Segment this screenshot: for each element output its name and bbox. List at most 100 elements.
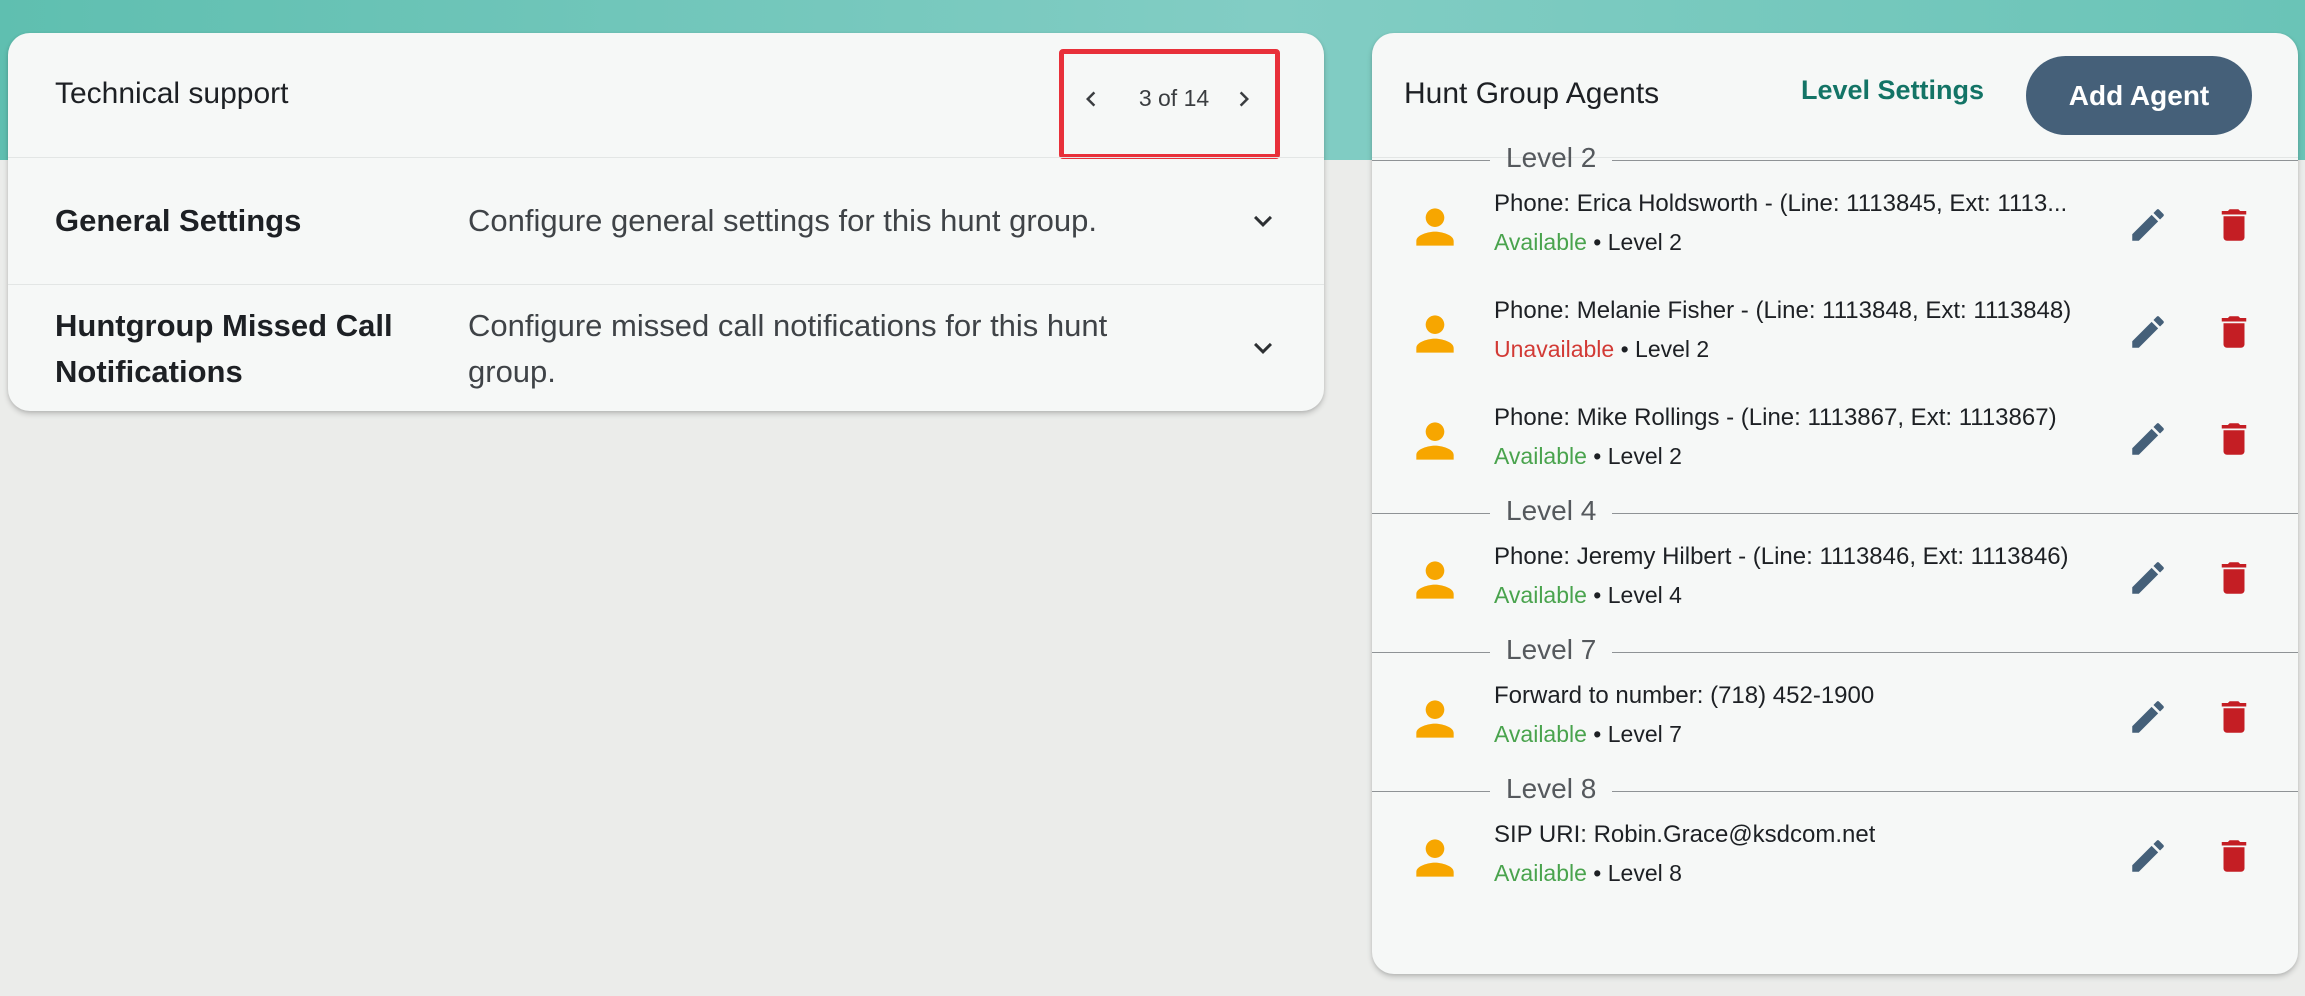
expand-button[interactable] (1243, 328, 1283, 368)
delete-agent-button[interactable] (2212, 310, 2256, 354)
pencil-icon (2132, 701, 2164, 733)
agent-level: • Level 2 (1586, 229, 1682, 255)
agent-name: Phone: Melanie Fisher - (Line: 1113848, … (1494, 297, 2072, 324)
agent-name: Phone: Jeremy Hilbert - (Line: 1113846, … (1494, 543, 2069, 570)
agent-row: Forward to number: (718) 452-1900 Availab… (1372, 669, 2298, 774)
delete-agent-button[interactable] (2212, 695, 2256, 739)
pager-next-button[interactable] (1224, 79, 1264, 119)
trash-icon (2221, 840, 2247, 872)
level-separator: Level 2 (1372, 142, 2298, 175)
level-separator: Level 4 (1372, 495, 2298, 528)
section-missed-call-notifications[interactable]: Huntgroup Missed Call Notifications Conf… (8, 285, 1324, 411)
person-icon (1416, 839, 1454, 877)
edit-agent-button[interactable] (2126, 834, 2170, 878)
avatar (1407, 413, 1463, 469)
trash-icon (2221, 423, 2247, 455)
agents-title: Hunt Group Agents (1404, 77, 1660, 110)
delete-agent-button[interactable] (2212, 834, 2256, 878)
level-label: Level 7 (1506, 634, 1597, 665)
separator-line (1612, 160, 2298, 161)
avatar (1407, 552, 1463, 608)
agent-status: Available (1494, 582, 1587, 608)
chevron-down-icon (1254, 215, 1272, 227)
edit-agent-button[interactable] (2126, 417, 2170, 461)
section-description-line: Configure missed call notifications for … (468, 308, 1108, 343)
agent-status-line: Available • Level 2 (1494, 443, 1682, 470)
separator-line (1372, 791, 1490, 792)
agent-row: Phone: Erica Holdsworth - (Line: 1113845… (1372, 177, 2298, 282)
section-description: Configure missed call notifications for … (468, 303, 1248, 395)
level-separator: Level 8 (1372, 773, 2298, 806)
agent-row: Phone: Jeremy Hilbert - (Line: 1113846, … (1372, 530, 2298, 635)
agent-status: Available (1494, 443, 1587, 469)
hunt-group-title: Technical support (55, 77, 289, 110)
pencil-icon (2132, 209, 2164, 241)
edit-agent-button[interactable] (2126, 556, 2170, 600)
hunt-group-card: Technical support 3 of 14 General Settin… (8, 33, 1324, 411)
section-general-settings[interactable]: General Settings Configure general setti… (8, 158, 1324, 284)
section-title-line: Notifications (55, 354, 243, 389)
person-icon (1416, 561, 1454, 599)
trash-icon (2221, 316, 2247, 348)
avatar (1407, 306, 1463, 362)
edit-agent-button[interactable] (2126, 310, 2170, 354)
hunt-group-agents-card: Hunt Group Agents Level Settings Add Age… (1372, 33, 2298, 974)
add-agent-button[interactable]: Add Agent (2026, 56, 2252, 135)
agent-name: Phone: Erica Holdsworth - (Line: 1113845… (1494, 190, 2068, 217)
person-icon (1416, 422, 1454, 460)
level-settings-link[interactable]: Level Settings (1801, 75, 1984, 106)
agent-name: Phone: Mike Rollings - (Line: 1113867, E… (1494, 404, 2057, 431)
agent-status: Unavailable (1494, 336, 1615, 362)
trash-icon (2221, 209, 2247, 241)
agent-row: Phone: Mike Rollings - (Line: 1113867, E… (1372, 391, 2298, 496)
separator-line (1372, 160, 1490, 161)
agent-level: • Level 4 (1586, 582, 1682, 608)
agent-name: Forward to number: (718) 452-1900 (1494, 682, 1875, 709)
level-label: Level 4 (1506, 495, 1597, 526)
avatar (1407, 691, 1463, 747)
edit-agent-button[interactable] (2126, 203, 2170, 247)
pencil-icon (2132, 423, 2164, 455)
avatar (1407, 199, 1463, 255)
expand-button[interactable] (1243, 201, 1283, 241)
trash-icon (2221, 701, 2247, 733)
agent-row: SIP URI: Robin.Grace@ksdcom.net Available… (1372, 808, 2298, 913)
pencil-icon (2132, 840, 2164, 872)
separator-line (1612, 791, 2298, 792)
section-description-line: Configure general settings for this hunt… (468, 203, 1097, 238)
separator-line (1372, 652, 1490, 653)
agent-status-line: Unavailable • Level 2 (1494, 336, 1709, 363)
delete-agent-button[interactable] (2212, 556, 2256, 600)
section-title: Huntgroup Missed Call Notifications (55, 303, 393, 395)
delete-agent-button[interactable] (2212, 203, 2256, 247)
agent-status-line: Available • Level 2 (1494, 229, 1682, 256)
person-icon (1416, 700, 1454, 738)
agent-level: • Level 2 (1614, 336, 1710, 362)
agent-status-line: Available • Level 7 (1494, 721, 1682, 748)
edit-agent-button[interactable] (2126, 695, 2170, 739)
agent-name: SIP URI: Robin.Grace@ksdcom.net (1494, 821, 1876, 848)
level-label: Level 2 (1506, 142, 1597, 173)
agent-status-line: Available • Level 8 (1494, 860, 1682, 887)
agent-level: • Level 2 (1586, 443, 1682, 469)
agent-status: Available (1494, 721, 1587, 747)
agents-header: Hunt Group Agents Level Settings Add Age… (1372, 33, 2298, 157)
separator-line (1372, 513, 1490, 514)
level-separator: Level 7 (1372, 634, 2298, 667)
delete-agent-button[interactable] (2212, 417, 2256, 461)
section-description-line: group. (468, 354, 556, 389)
hunt-group-pager: 3 of 14 (1059, 49, 1286, 173)
pencil-icon (2132, 562, 2164, 594)
agent-status-line: Available • Level 4 (1494, 582, 1682, 609)
pager-prev-button[interactable] (1071, 79, 1111, 119)
pencil-icon (2132, 316, 2164, 348)
hunt-group-header: Technical support 3 of 14 (8, 33, 1324, 159)
chevron-left-icon (1086, 91, 1096, 107)
section-description: Configure general settings for this hunt… (468, 198, 1248, 244)
section-title-line: Huntgroup Missed Call (55, 308, 393, 343)
section-title-line: General Settings (55, 203, 302, 238)
trash-icon (2221, 562, 2247, 594)
level-label: Level 8 (1506, 773, 1597, 804)
chevron-right-icon (1239, 91, 1249, 107)
separator-line (1612, 652, 2298, 653)
